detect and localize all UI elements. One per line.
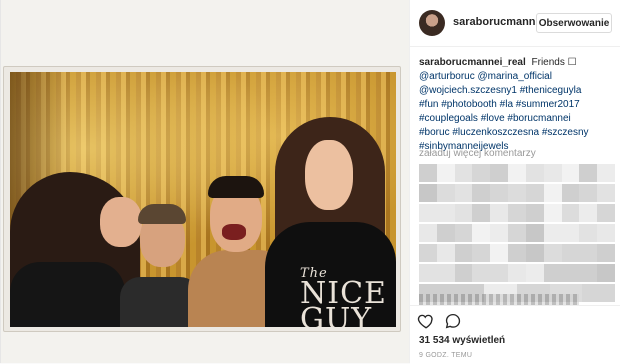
hashtag-link[interactable]: #theniceguyla [520,85,582,96]
avatar[interactable] [419,10,445,36]
media-area: The NICE GUY [1,0,409,363]
person-1-body [10,262,125,327]
caption-text: Friends ☐ [531,57,577,68]
instagram-post: The NICE GUY saraborucmann Obserwowanie … [0,0,620,364]
load-more-comments-link[interactable]: załaduj więcej komentarzy [419,148,536,159]
post-timestamp: 9 GODZ. TEMU [419,352,473,359]
mention-link[interactable]: @wojciech.szczesny1 [419,85,517,96]
caption-author[interactable]: saraborucmannei_real [419,57,526,68]
heart-icon[interactable] [417,312,435,330]
person-3-hair [208,176,264,198]
hashtag-link[interactable]: #photobooth [441,99,497,110]
post-actions: 31 534 wyświetleń 9 GODZ. TEMU [410,305,620,364]
post-caption: saraborucmannei_real Friends ☐ @arturbor… [419,56,615,154]
photo-frame: The NICE GUY [3,66,401,332]
post-sidebar: saraborucmann Obserwowanie saraborucmann… [409,0,620,364]
post-photo[interactable]: The NICE GUY [10,72,396,327]
following-button[interactable]: Obserwowanie [536,13,612,33]
hashtag-link[interactable]: #summer2017 [516,99,580,110]
mention-link[interactable]: @arturboruc [419,71,475,82]
view-count[interactable]: 31 534 wyświetleń [419,335,505,346]
hashtag-link[interactable]: #love [481,113,505,124]
comment-bubble-icon[interactable] [444,312,462,330]
hashtag-link[interactable]: #fun [419,99,438,110]
shirt-print: The NICE GUY [300,267,396,328]
pixelated-comments [419,164,616,304]
hashtag-link[interactable]: #luczenkoszczesna [452,127,539,138]
hashtag-link[interactable]: #boruc [419,127,450,138]
person-3-mouth [222,224,246,240]
shirt-print-bottom: NICE GUY [300,276,387,328]
mention-link[interactable]: @marina_official [478,71,552,82]
author-username[interactable]: saraborucmann [453,16,536,28]
person-2-hair [138,204,186,224]
person-1-face [100,197,142,247]
person-4-face [305,140,353,210]
post-header: saraborucmann Obserwowanie [410,0,620,47]
hashtag-link[interactable]: #borucmannei [507,113,570,124]
hashtag-link[interactable]: #szczesny [542,127,589,138]
hashtag-link[interactable]: #couplegoals [419,113,478,124]
hashtag-link[interactable]: #la [500,99,513,110]
